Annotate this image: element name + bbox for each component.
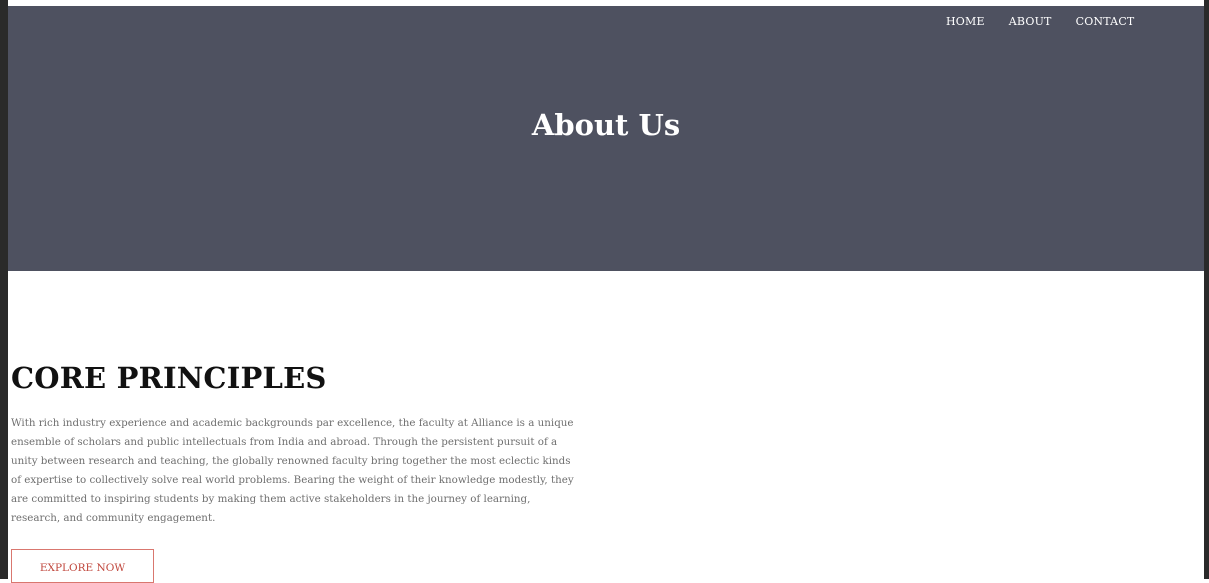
nav-home-link[interactable]: HOME <box>946 15 985 28</box>
left-edge <box>0 0 8 579</box>
page: HOME ABOUT CONTACT About Us CORE PRINCIP… <box>0 0 1209 583</box>
nav-contact-link[interactable]: CONTACT <box>1076 15 1135 28</box>
section-body-text: With rich industry experience and academ… <box>11 417 574 524</box>
main-content: CORE PRINCIPLES With rich industry exper… <box>8 271 1204 583</box>
section-heading: CORE PRINCIPLES <box>11 361 327 395</box>
top-nav: HOME ABOUT CONTACT <box>946 15 1134 28</box>
explore-now-button[interactable]: EXPLORE NOW <box>11 549 154 583</box>
page-title: About Us <box>531 108 681 142</box>
right-edge <box>1204 0 1209 579</box>
hero-banner: HOME ABOUT CONTACT About Us <box>8 6 1204 271</box>
nav-about-link[interactable]: ABOUT <box>1009 15 1052 28</box>
